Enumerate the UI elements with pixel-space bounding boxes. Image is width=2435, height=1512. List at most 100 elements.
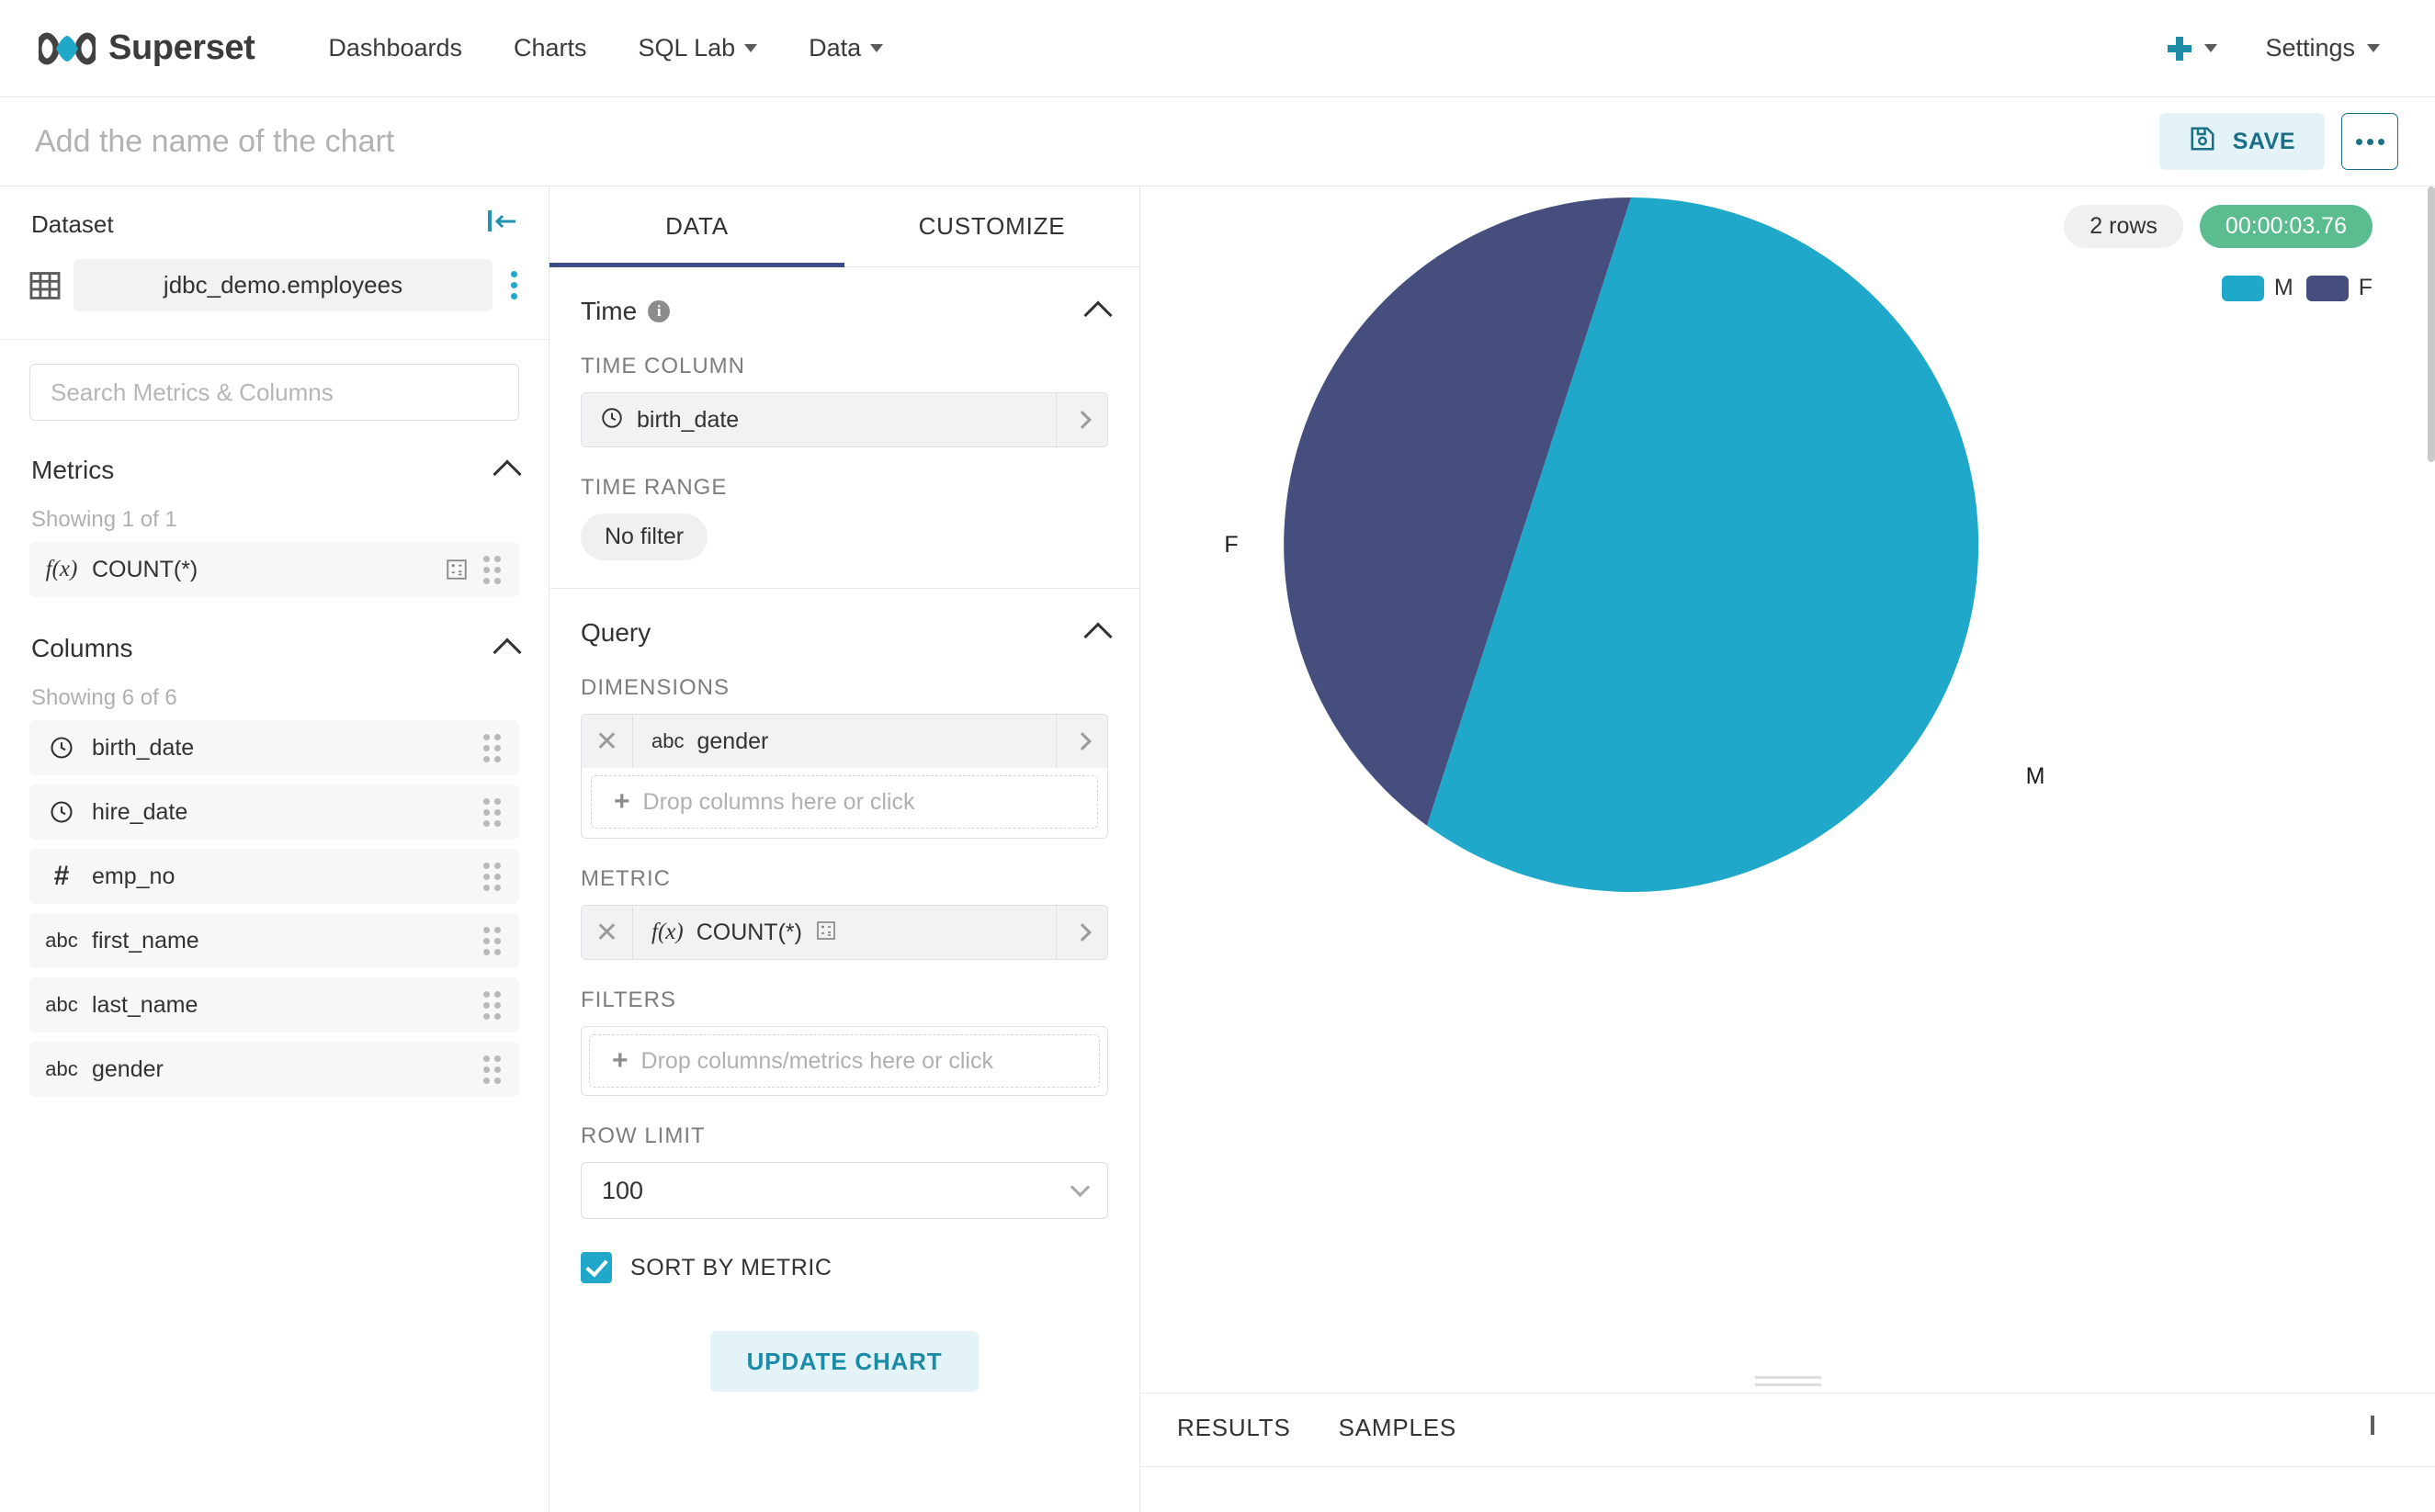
chevron-right-icon[interactable] — [1056, 906, 1107, 959]
dot — [494, 555, 501, 562]
query-section-header[interactable]: Query — [549, 589, 1139, 651]
plus-icon — [2168, 36, 2192, 61]
drag-handle-icon[interactable] — [483, 1055, 501, 1084]
metrics-section-header[interactable]: Metrics — [0, 428, 549, 489]
collapse-left-icon[interactable] — [488, 210, 517, 231]
metrics-section-title: Metrics — [31, 456, 115, 484]
chevron-down-icon — [744, 44, 758, 52]
info-circle-icon[interactable]: i — [648, 300, 671, 322]
metric-value: COUNT(*) — [696, 919, 802, 945]
dot — [494, 797, 501, 805]
tab-data[interactable]: DATA — [549, 186, 844, 267]
columns-section-header[interactable]: Columns — [0, 606, 549, 667]
filters-dropzone[interactable]: + Drop columns/metrics here or click — [589, 1034, 1100, 1088]
chevron-down-icon — [870, 44, 884, 52]
chevron-right-icon[interactable] — [1056, 393, 1107, 446]
grid-table-icon — [28, 268, 62, 303]
chevron-up-icon — [493, 638, 522, 667]
column-item-first-name[interactable]: abc first_name — [29, 913, 519, 968]
drag-handle-icon[interactable] — [483, 797, 501, 827]
results-panel: RESULTS SAMPLES — [1140, 1393, 2435, 1512]
tab-samples[interactable]: SAMPLES — [1339, 1414, 1456, 1442]
results-collapse-button[interactable] — [2371, 1416, 2374, 1435]
column-label: gender — [92, 1055, 164, 1082]
query-section-title: Query — [581, 618, 651, 647]
abc-icon: abc — [45, 993, 78, 1016]
metric-item-count[interactable]: f(x) COUNT(*) — [29, 542, 519, 597]
column-item-emp-no[interactable]: # emp_no — [29, 849, 519, 904]
chart-canvas-area: 2 rows 00:00:03.76 M F F M — [1140, 186, 2435, 1369]
results-panel-resize-handle[interactable] — [1140, 1369, 2435, 1393]
sort-by-metric-row[interactable]: SORT BY METRIC — [549, 1219, 1139, 1283]
chevron-down-icon — [2367, 44, 2380, 52]
dot — [494, 926, 501, 933]
time-section-title-wrap: Time i — [581, 297, 671, 326]
resize-line — [1754, 1382, 1821, 1386]
time-section-title: Time — [581, 297, 638, 325]
drag-handle-icon[interactable] — [483, 555, 501, 584]
time-column-pill[interactable]: birth_date — [582, 393, 1107, 446]
save-button[interactable]: SAVE — [2158, 113, 2325, 170]
search-field-wrapper — [0, 340, 549, 428]
column-label: last_name — [92, 991, 198, 1018]
dot — [494, 744, 501, 751]
column-label: emp_no — [92, 863, 176, 889]
nav-item-sql-lab[interactable]: SQL Lab — [613, 34, 784, 62]
time-column-value: birth_date — [637, 406, 740, 433]
dot — [483, 937, 490, 944]
pie-label-f: F — [1224, 532, 1238, 558]
dimensions-dropzone[interactable]: + Drop columns here or click — [591, 775, 1098, 829]
search-metrics-columns-input[interactable] — [29, 364, 519, 421]
chevron-up-icon — [493, 459, 522, 489]
dot — [483, 577, 490, 584]
brand-logo-link[interactable]: Superset — [39, 28, 255, 68]
dot — [494, 819, 501, 827]
row-limit-label: ROW LIMIT — [581, 1123, 706, 1148]
drag-handle-icon[interactable] — [483, 733, 501, 762]
dot — [494, 948, 501, 955]
tab-results[interactable]: RESULTS — [1177, 1414, 1291, 1442]
more-options-button[interactable] — [2341, 113, 2398, 170]
chevron-up-icon — [1083, 300, 1113, 330]
column-item-hire-date[interactable]: hire_date — [29, 784, 519, 840]
drag-handle-icon[interactable] — [483, 990, 501, 1020]
chart-title-input[interactable]: Add the name of the chart — [35, 124, 394, 160]
plus-icon: + — [614, 786, 630, 817]
column-item-birth-date[interactable]: birth_date — [29, 720, 519, 775]
time-column-control[interactable]: birth_date — [581, 392, 1108, 447]
dot — [494, 1012, 501, 1020]
metric-pill-count[interactable]: ✕ f(x) COUNT(*) — [582, 906, 1107, 959]
dataset-panel-header: Dataset — [0, 186, 549, 239]
column-item-last-name[interactable]: abc last_name — [29, 977, 519, 1032]
dot — [494, 937, 501, 944]
tab-customize[interactable]: CUSTOMIZE — [844, 186, 1139, 266]
column-item-gender[interactable]: abc gender — [29, 1042, 519, 1097]
sort-by-metric-checkbox[interactable] — [581, 1252, 612, 1283]
chevron-right-icon[interactable] — [1056, 715, 1107, 768]
dataset-name-chip[interactable]: jdbc_demo.employees — [74, 259, 493, 311]
vertical-dots-icon[interactable] — [504, 267, 525, 303]
chart-vertical-scrollbar[interactable] — [2428, 186, 2435, 462]
row-limit-select[interactable]: 100 — [581, 1162, 1108, 1219]
nav-item-data[interactable]: Data — [783, 34, 909, 62]
dimension-pill-gender[interactable]: ✕ abc gender — [582, 715, 1107, 768]
remove-dimension-icon[interactable]: ✕ — [582, 715, 633, 768]
nav-label: Data — [809, 34, 862, 62]
remove-metric-icon[interactable]: ✕ — [582, 906, 633, 959]
settings-menu-button[interactable]: Settings — [2241, 34, 2395, 62]
calculator-icon — [445, 558, 469, 581]
top-navigation-bar: Superset Dashboards Charts SQL Lab Data … — [0, 0, 2435, 97]
drag-handle-icon[interactable] — [483, 926, 501, 955]
results-divider — [1140, 1466, 2435, 1467]
update-chart-button[interactable]: UPDATE CHART — [709, 1331, 980, 1392]
pie-chart[interactable]: F M — [1140, 186, 2435, 1369]
drag-handle-icon[interactable] — [483, 862, 501, 891]
column-label: hire_date — [92, 798, 188, 825]
metrics-showing-count: Showing 1 of 1 — [31, 507, 177, 532]
nav-item-charts[interactable]: Charts — [488, 34, 613, 62]
new-item-button[interactable] — [2144, 36, 2241, 61]
dot — [494, 1077, 501, 1084]
time-range-value[interactable]: No filter — [581, 513, 708, 560]
nav-item-dashboards[interactable]: Dashboards — [302, 34, 488, 62]
time-section-header[interactable]: Time i — [549, 267, 1139, 330]
